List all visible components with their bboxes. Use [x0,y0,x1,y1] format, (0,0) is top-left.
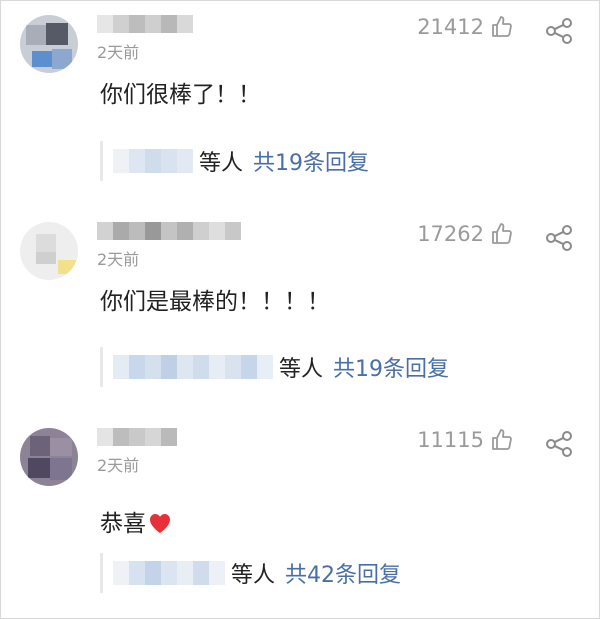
reply-count-link[interactable]: 共19条回复 [333,351,449,383]
reply-summary[interactable]: 等人 共19条回复 [100,346,449,388]
thumbs-up-icon[interactable] [490,222,514,246]
reply-count-link[interactable]: 共42条回复 [285,557,401,589]
username-redacted[interactable] [97,15,193,33]
replier-names-redacted [113,355,273,379]
avatar[interactable] [20,15,78,73]
replier-names-redacted [113,149,193,173]
like-count: 17262 [417,222,484,246]
thumbs-up-icon[interactable] [490,15,514,39]
like-count: 21412 [417,15,484,39]
comment-item: 2天前 11115 恭喜 等人 共42条回复 [0,428,600,608]
reply-divider [100,141,103,181]
share-icon[interactable] [544,225,574,251]
like-control[interactable]: 21412 [417,15,514,39]
username-redacted[interactable] [97,428,177,446]
reply-divider [100,553,103,593]
comment-time: 2天前 [97,43,140,62]
comment-text-label: 恭喜 [100,511,146,537]
comment-text: 你们是最棒的！！！！ [100,289,330,315]
comment-item: 2天前 21412 你们很棒了！！ 等人 共19条回复 [0,15,600,195]
heart-emoji [150,514,170,533]
share-icon[interactable] [544,18,574,44]
thumbs-up-icon[interactable] [490,428,514,452]
replier-names-redacted [113,561,225,585]
reply-suffix: 等人 [199,151,244,176]
reply-suffix: 等人 [231,563,276,588]
reply-summary[interactable]: 等人 共42条回复 [100,552,401,594]
comment-item: 2天前 17262 你们是最棒的！！！！ 等人 共19条回复 [0,222,600,402]
username-redacted[interactable] [97,222,241,240]
avatar[interactable] [20,222,78,280]
avatar[interactable] [20,428,78,486]
share-icon[interactable] [544,431,574,457]
like-control[interactable]: 11115 [417,428,514,452]
reply-suffix: 等人 [279,357,324,382]
comment-text: 恭喜 [100,504,172,538]
comment-text: 你们很棒了！！ [100,82,261,108]
reply-divider [100,347,103,387]
reply-count-link[interactable]: 共19条回复 [253,145,369,177]
reply-summary[interactable]: 等人 共19条回复 [100,140,369,182]
like-control[interactable]: 17262 [417,222,514,246]
comment-time: 2天前 [97,456,140,475]
comment-time: 2天前 [97,250,140,269]
like-count: 11115 [417,428,484,452]
